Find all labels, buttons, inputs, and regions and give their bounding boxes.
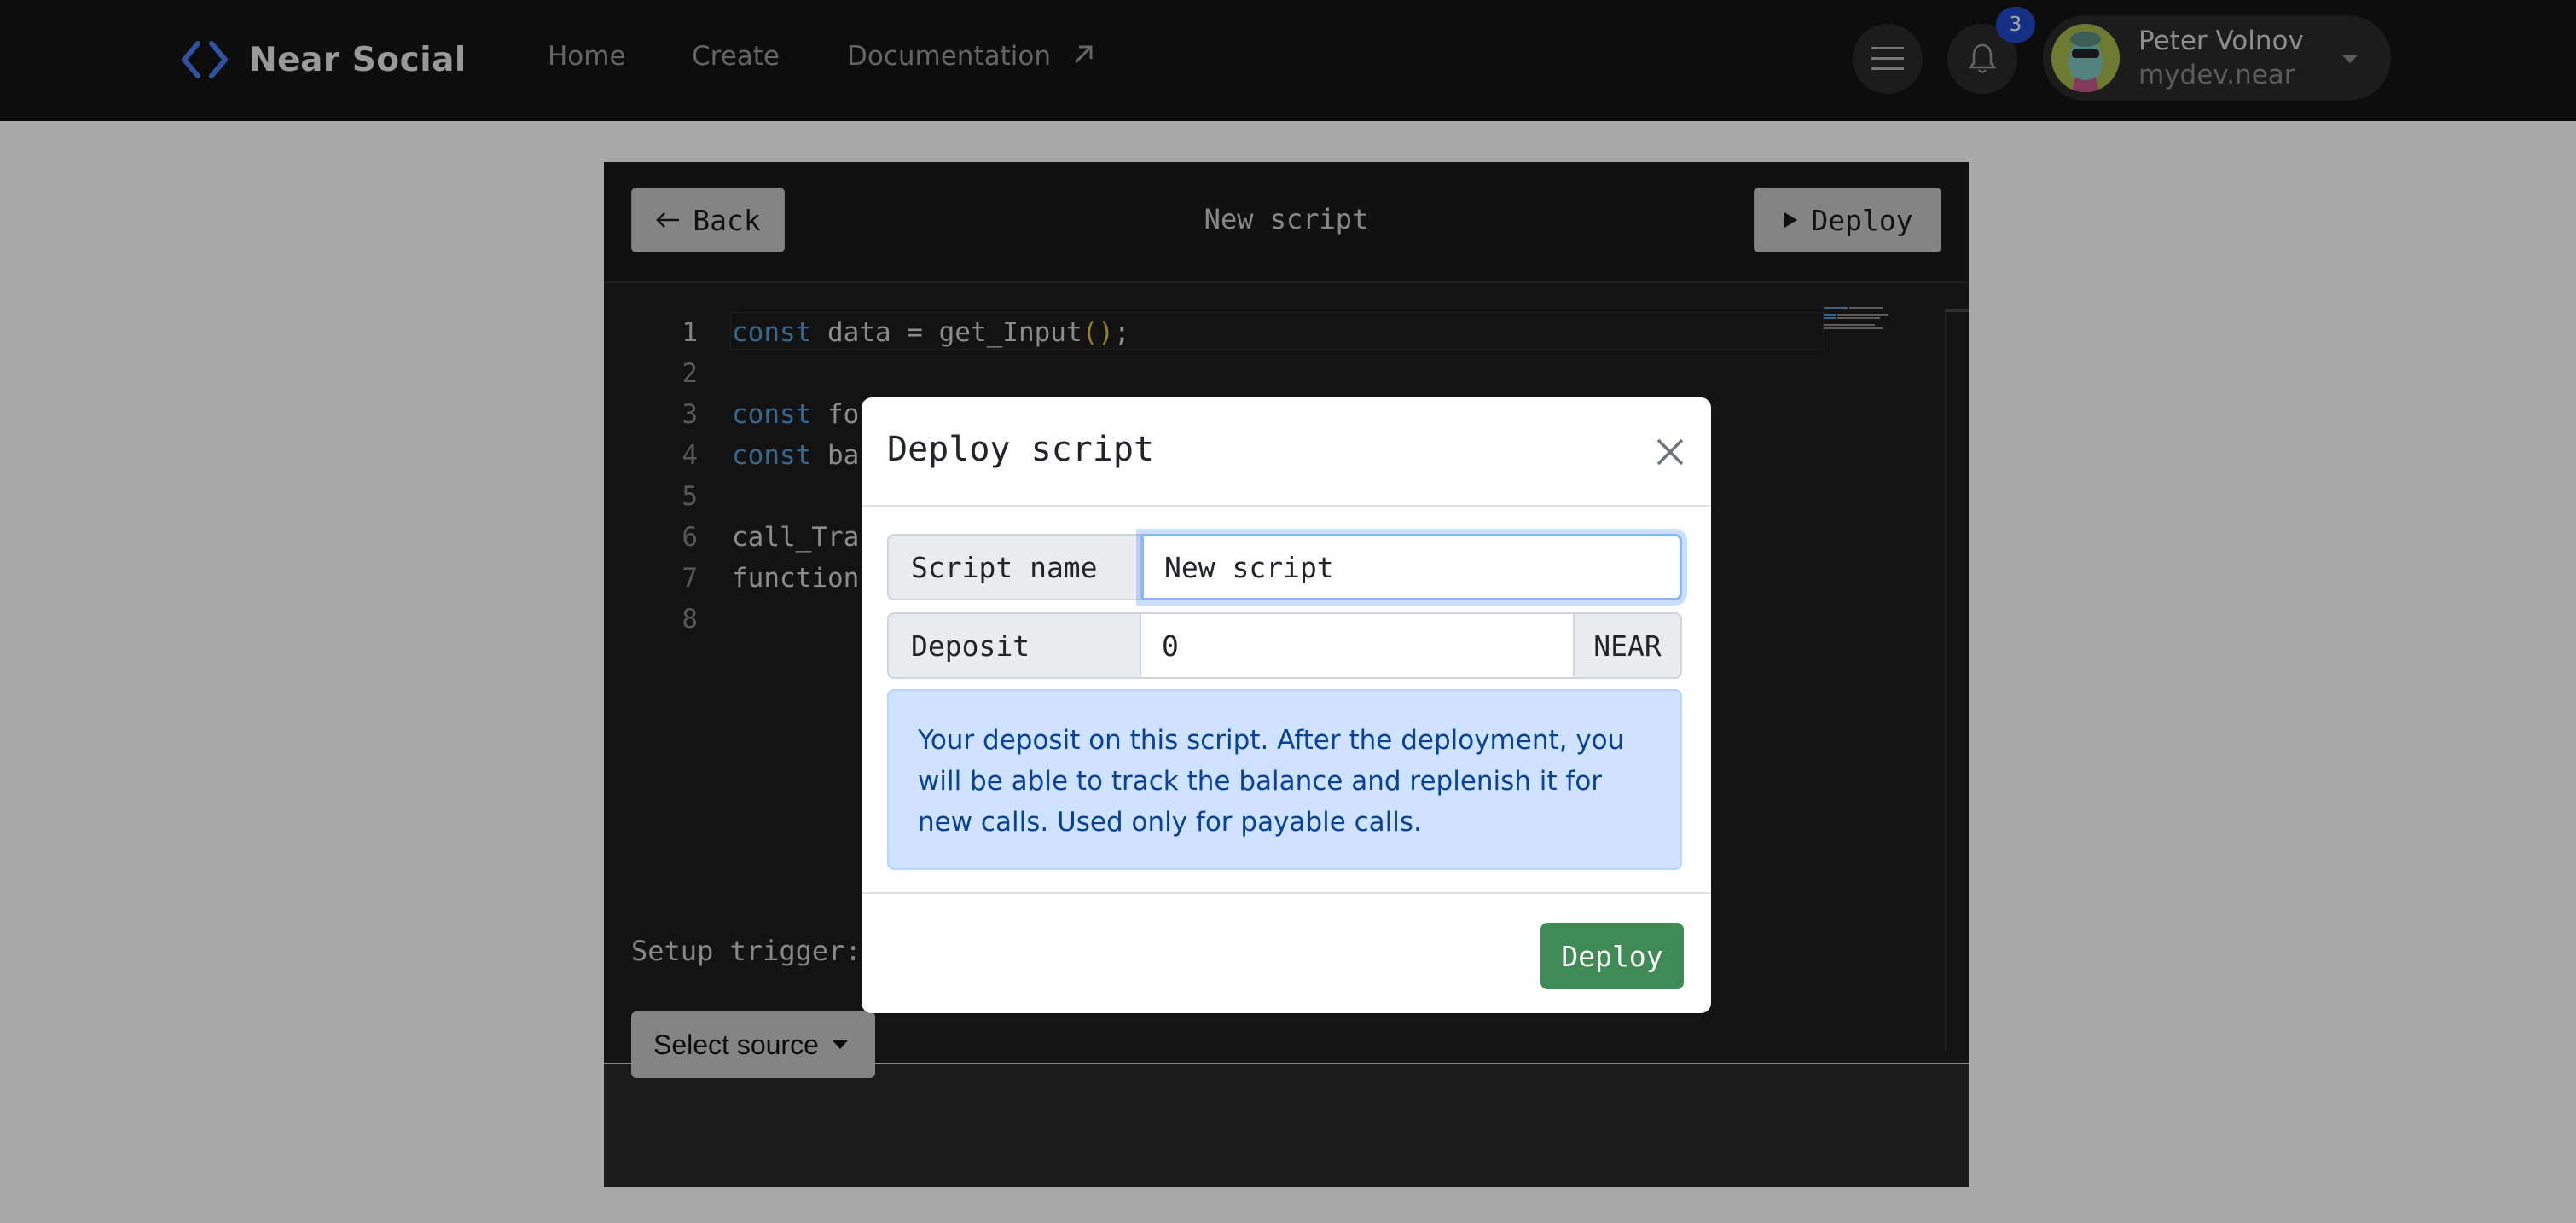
deposit-group: Deposit NEAR	[887, 612, 1682, 679]
script-name-input[interactable]	[1141, 534, 1682, 600]
deposit-info-alert: Your deposit on this script. After the d…	[887, 689, 1682, 870]
close-icon[interactable]	[1650, 432, 1691, 472]
modal-footer: Deploy	[862, 892, 1711, 1015]
deposit-input[interactable]	[1141, 612, 1575, 679]
modal-header: Deploy script	[862, 397, 1711, 507]
deploy-script-modal: Deploy script Script name Deposit NEAR Y…	[862, 397, 1711, 1013]
script-name-group: Script name	[887, 534, 1682, 600]
deposit-label: Deposit	[887, 612, 1141, 679]
modal-title: Deploy script	[887, 430, 1155, 469]
script-name-label: Script name	[887, 534, 1141, 600]
deposit-unit: NEAR	[1575, 612, 1682, 679]
modal-deploy-button[interactable]: Deploy	[1540, 923, 1684, 989]
